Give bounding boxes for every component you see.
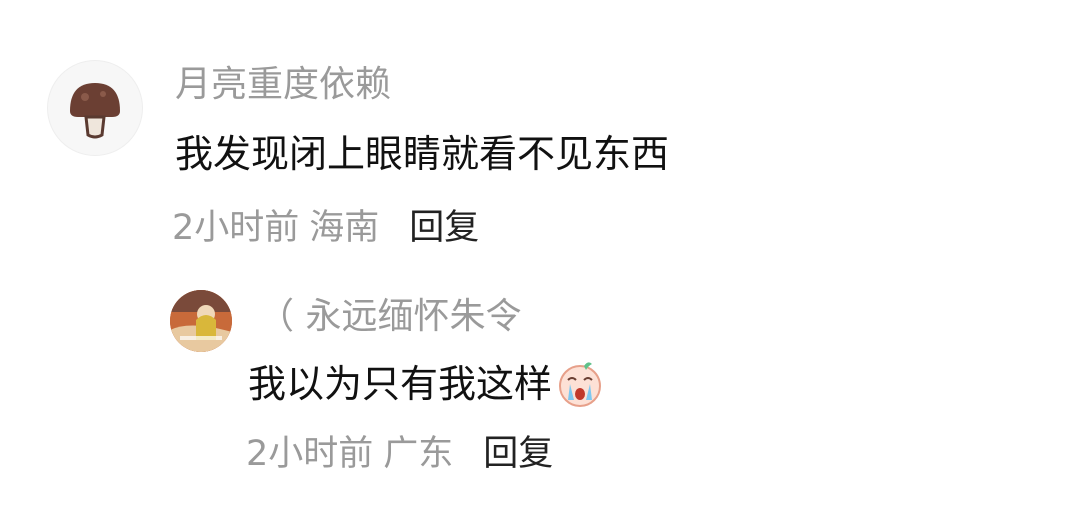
photo-avatar [170, 290, 232, 352]
replier-username[interactable]: （ 永远缅怀朱令 [258, 296, 521, 338]
comment-reply-button[interactable]: 回复 [409, 207, 479, 249]
crying-face-emoji [559, 362, 602, 407]
reply-location: 广东 [383, 434, 454, 474]
reply-meta: 2小时前 广东 回复 [246, 433, 553, 475]
comment-text: 我发现闭上眼睛就看不见东西 [175, 132, 670, 176]
comment-location: 海南 [309, 208, 380, 248]
commenter-username[interactable]: 月亮重度依赖 [175, 64, 391, 106]
mushroom-icon [70, 83, 120, 139]
comment-time: 2小时前 [172, 208, 300, 248]
reply-text-row: 我以为只有我这样 [248, 358, 606, 410]
comment-meta: 2小时前 海南 回复 [172, 207, 479, 249]
replier-avatar[interactable] [170, 290, 232, 352]
commenter-avatar[interactable] [47, 60, 143, 156]
reply-reply-button[interactable]: 回复 [483, 433, 553, 475]
reply-time: 2小时前 [246, 434, 374, 474]
reply-text: 我以为只有我这样 [248, 362, 553, 406]
